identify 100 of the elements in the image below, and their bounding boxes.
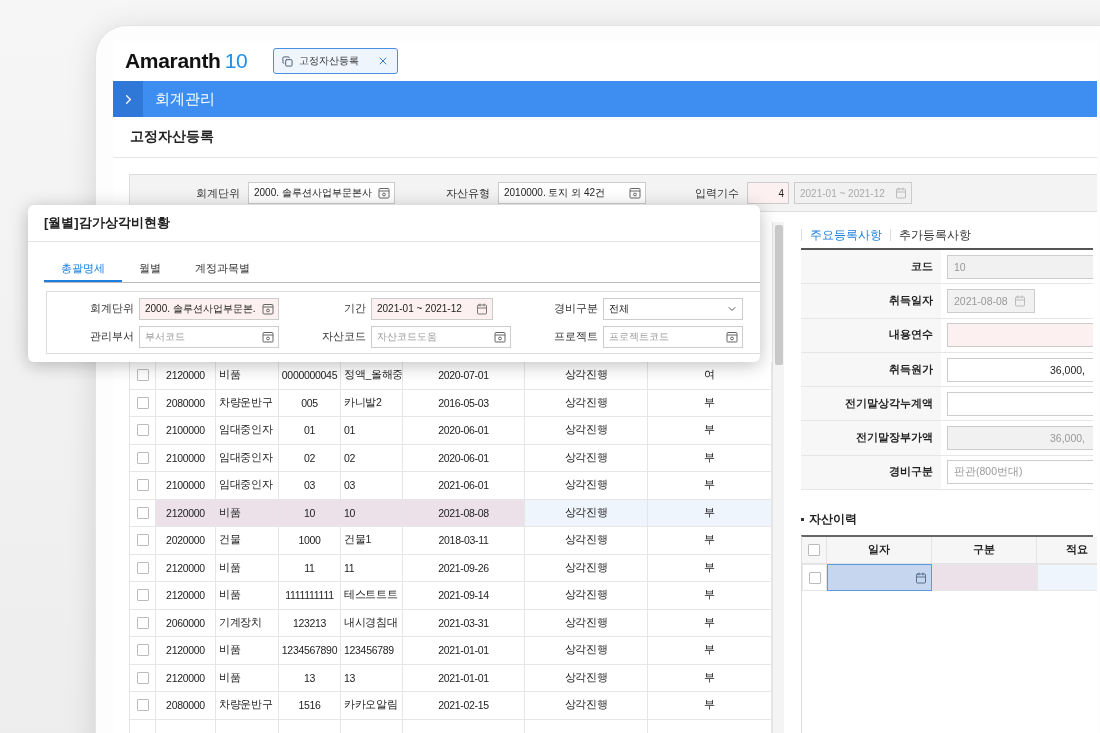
table-cell: 부 [648,389,772,417]
table-cell: 비품 [216,637,279,665]
table-cell: 2120000 [156,664,216,692]
table-cell: 비품 [216,582,279,610]
table-cell: 11 [279,554,341,582]
dialog-tab[interactable]: 총괄명세 [44,256,122,282]
filter-label: 기간 [343,301,366,316]
table-cell: 0000000045 [279,362,341,390]
table-cell: 2021-01-01 [403,637,525,665]
table-cell: 2018-03-11 [403,527,525,555]
table-cell: 2060000 [156,609,216,637]
table-cell: 2100000 [156,472,216,500]
table-cell: 상각진행 [525,389,648,417]
table-cell: 2020-07-01 [403,362,525,390]
table-cell: 차량운반구 [216,389,279,417]
table-cell: 건물 [216,527,279,555]
dialog-title: [월별]감가상각비현황 [28,205,760,242]
table-cell: 부 [648,664,772,692]
field-label: 취득일자 [801,284,941,318]
detail-field[interactable]: 36,000, [947,357,1093,382]
table-cell: 2080000 [156,692,216,720]
detail-tab[interactable]: 추가등록사항 [890,229,979,241]
table-cell: 1234567890 [279,637,341,665]
table-cell: 비품 [216,362,279,390]
table-cell: 2120000 [156,499,216,527]
column-header: 구분 [932,537,1037,565]
filter-field[interactable]: 2021-01 ~ 2021-12 [371,297,493,320]
table-cell: 비품 [216,499,279,527]
table-cell: 비품 [216,664,279,692]
table-cell: 카니발2 [341,389,403,417]
table-cell: 2100000 [156,444,216,472]
field-label: 전기말상각누계액 [801,387,941,421]
dialog-tab[interactable]: 월별 [122,256,178,282]
table-cell: 2021-01-01 [403,664,525,692]
field-label: 경비구분 [801,455,941,490]
filter-field[interactable]: 2000. 솔루션사업부문본사 [248,182,395,204]
table-cell: 2120000 [156,554,216,582]
table-cell: 2021-09-26 [403,554,525,582]
filter-field[interactable]: 2000. 솔루션사업부문본. [139,297,279,320]
filter-field[interactable]: 전체 [603,297,743,320]
filter-label: 입력기수 [694,185,739,201]
table-cell: 2016-05-03 [403,389,525,417]
table-cell: 상각진행 [525,582,648,610]
table-cell: 01 [279,417,341,445]
table-cell: 상각진행 [525,499,648,527]
field-label: 코드 [801,250,941,284]
table-cell: 상각진행 [525,554,648,582]
table-cell: 2021-02-15 [403,692,525,720]
table-cell: 2021-03-31 [403,609,525,637]
table-cell: 부 [648,417,772,445]
filter-field[interactable]: 2010000. 토지 외 42건 [498,182,646,204]
table-cell: 부 [648,499,772,527]
table-cell: 005 [279,389,341,417]
table-cell: 부 [648,444,772,472]
table-cell: 123213 [279,609,341,637]
table-cell: 상각진행 [525,527,648,555]
table-cell: 차량운반구 [216,692,279,720]
field-label: 전기말장부가액 [801,421,941,455]
section-title: 자산이력 [809,512,857,528]
table-cell: 정액_올해중 [341,362,403,390]
table-cell: 2100000 [156,417,216,445]
table-cell: 2021-08-08 [403,499,525,527]
table-cell: 내시경침대 [341,609,403,637]
table-cell: 2021-06-01 [403,472,525,500]
table-cell: 건물1 [341,527,403,555]
table-cell: 기계장치 [216,609,279,637]
filter-label: 회계단위 [195,185,240,201]
filter-label: 관리부서 [89,329,134,344]
table-cell: 02 [279,444,341,472]
table-cell: 123456789 [341,637,403,665]
app-logo: Amaranth 10 [125,49,248,73]
table-cell: 상각진행 [525,417,648,445]
table-cell: 1516 [279,692,341,720]
filter-field[interactable]: 4 [747,182,789,204]
page-title: 고정자산등록 [113,117,1097,158]
table-cell: 부 [648,582,772,610]
table-cell: 10 [279,499,341,527]
column-header: 일자 [827,537,932,565]
table-cell: 01 [341,417,403,445]
column-header: 적요 [1037,537,1097,565]
table-cell: 2120000 [156,362,216,390]
table-cell: 카카오알림 [341,692,403,720]
table-cell: 상각진행 [525,609,648,637]
filter-label: 자산코드 [321,329,366,344]
table-cell: 03 [341,472,403,500]
table-cell: 테스트트트 [341,582,403,610]
table-cell: 02 [341,444,403,472]
table-cell: 10 [341,499,403,527]
table-cell: 1000 [279,527,341,555]
table-cell: 03 [279,472,341,500]
table-cell: 2020-06-01 [403,444,525,472]
table-cell: 11 [341,554,403,582]
open-tab[interactable]: 고정자산등록 [273,48,399,74]
table-cell: 부 [648,472,772,500]
detail-tab[interactable]: 주요등록사항 [801,229,890,241]
filter-label: 프로젝트 [553,329,598,344]
dialog-tab[interactable]: 계정과목별 [178,256,267,282]
table-cell: 13 [341,664,403,692]
table-cell: 임대중인자 [216,417,279,445]
table-cell: 상각진행 [525,664,648,692]
